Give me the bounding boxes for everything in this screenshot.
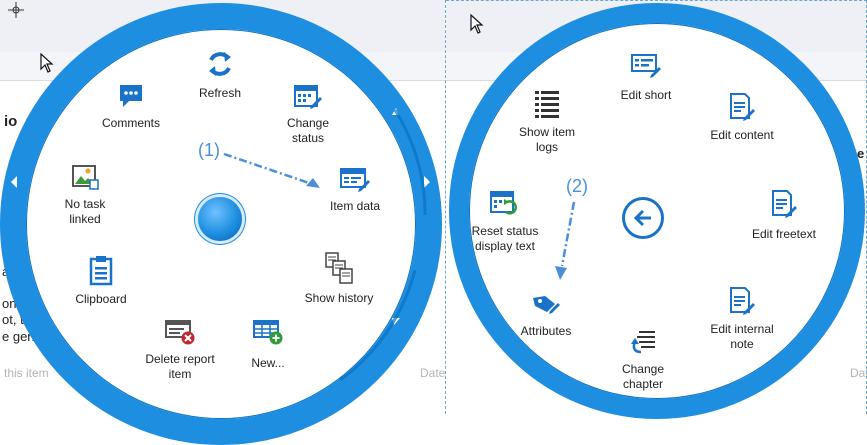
card-edit-icon bbox=[339, 165, 371, 193]
menu-item-delete-report-item[interactable]: Delete report item bbox=[142, 318, 218, 382]
back-arrow-icon bbox=[631, 206, 655, 230]
menu-item-comments[interactable]: Comments bbox=[96, 82, 166, 131]
menu-item-item-data[interactable]: Item data bbox=[320, 165, 390, 214]
back-button[interactable] bbox=[622, 197, 664, 239]
menu-item-show-item-logs[interactable]: Show item logs bbox=[512, 89, 582, 155]
menu-item-label: Edit content bbox=[710, 128, 774, 142]
calendar-edit-icon bbox=[293, 82, 323, 110]
annotation-2-arrow bbox=[552, 200, 582, 282]
bg-faint-text: Date item bbox=[420, 366, 445, 380]
annotation-1-label: (1) bbox=[198, 140, 220, 160]
menu-item-reset-status-display-text[interactable]: Reset status display text bbox=[466, 188, 544, 254]
document-edit-icon bbox=[770, 189, 798, 219]
menu-item-label: Delete report item bbox=[145, 352, 215, 381]
mouse-cursor-icon bbox=[40, 53, 54, 73]
history-stack-icon bbox=[324, 251, 354, 285]
menu-item-attributes[interactable]: Attributes bbox=[512, 292, 580, 339]
menu-item-label: Comments bbox=[101, 116, 160, 130]
menu-item-label: Change status bbox=[286, 116, 330, 145]
comment-icon bbox=[117, 82, 145, 110]
menu-item-edit-internal-note[interactable]: Edit internal note bbox=[702, 286, 782, 352]
menu-item-clipboard[interactable]: Clipboard bbox=[66, 254, 136, 307]
menu-item-change-status[interactable]: Change status bbox=[272, 82, 344, 146]
annotation-1-arrow bbox=[222, 150, 326, 192]
annotation-2-label: (2) bbox=[566, 176, 588, 196]
menu-item-label: Edit short bbox=[620, 88, 672, 102]
bg-fragment: io bbox=[4, 113, 18, 130]
list-lines-icon bbox=[533, 89, 561, 119]
image-link-icon bbox=[70, 163, 100, 191]
menu-item-new[interactable]: New... bbox=[236, 318, 300, 371]
mouse-cursor-icon bbox=[470, 14, 484, 34]
refresh-icon bbox=[204, 48, 236, 80]
menu-item-label: Show history bbox=[304, 291, 374, 305]
menu-item-label: Item data bbox=[329, 199, 381, 213]
tag-edit-icon bbox=[530, 292, 562, 316]
calendar-reset-icon bbox=[489, 188, 521, 218]
chapter-arrow-icon bbox=[627, 328, 659, 358]
menu-item-label: New... bbox=[251, 356, 285, 370]
divider-line bbox=[445, 0, 446, 414]
divider-line bbox=[446, 0, 867, 1]
delete-report-icon bbox=[164, 318, 196, 346]
crosshair-icon bbox=[6, 0, 26, 20]
menu-item-edit-freetext[interactable]: Edit freetext bbox=[744, 189, 824, 242]
menu-item-change-chapter[interactable]: Change chapter bbox=[612, 328, 674, 392]
document-edit-icon bbox=[728, 92, 756, 122]
menu-item-show-history[interactable]: Show history bbox=[298, 251, 380, 306]
menu-item-label: No task linked bbox=[64, 197, 106, 226]
menu-item-label: Refresh bbox=[198, 86, 242, 100]
menu-item-label: Show item logs bbox=[518, 125, 576, 154]
menu-item-edit-short[interactable]: Edit short bbox=[612, 52, 680, 103]
short-edit-icon bbox=[630, 52, 662, 80]
menu-item-edit-content[interactable]: Edit content bbox=[704, 92, 780, 143]
menu-item-label: Change chapter bbox=[621, 362, 665, 391]
menu-item-label: Edit freetext bbox=[751, 227, 817, 241]
menu-item-refresh[interactable]: Refresh bbox=[184, 48, 256, 101]
bg-faint-text: this item bbox=[4, 366, 49, 380]
clipboard-icon bbox=[88, 254, 114, 286]
bg-faint-text: Date bbox=[850, 366, 867, 380]
menu-item-label: Edit internal note bbox=[710, 322, 774, 351]
menu-item-label: Attributes bbox=[520, 324, 572, 338]
menu-item-no-task-linked[interactable]: No task linked bbox=[52, 163, 118, 227]
table-add-icon bbox=[252, 318, 284, 346]
menu-item-label: Reset status display text bbox=[471, 224, 539, 253]
center-close-button[interactable] bbox=[198, 197, 242, 241]
menu-item-label: Clipboard bbox=[75, 292, 127, 306]
document-edit-icon bbox=[728, 286, 756, 316]
